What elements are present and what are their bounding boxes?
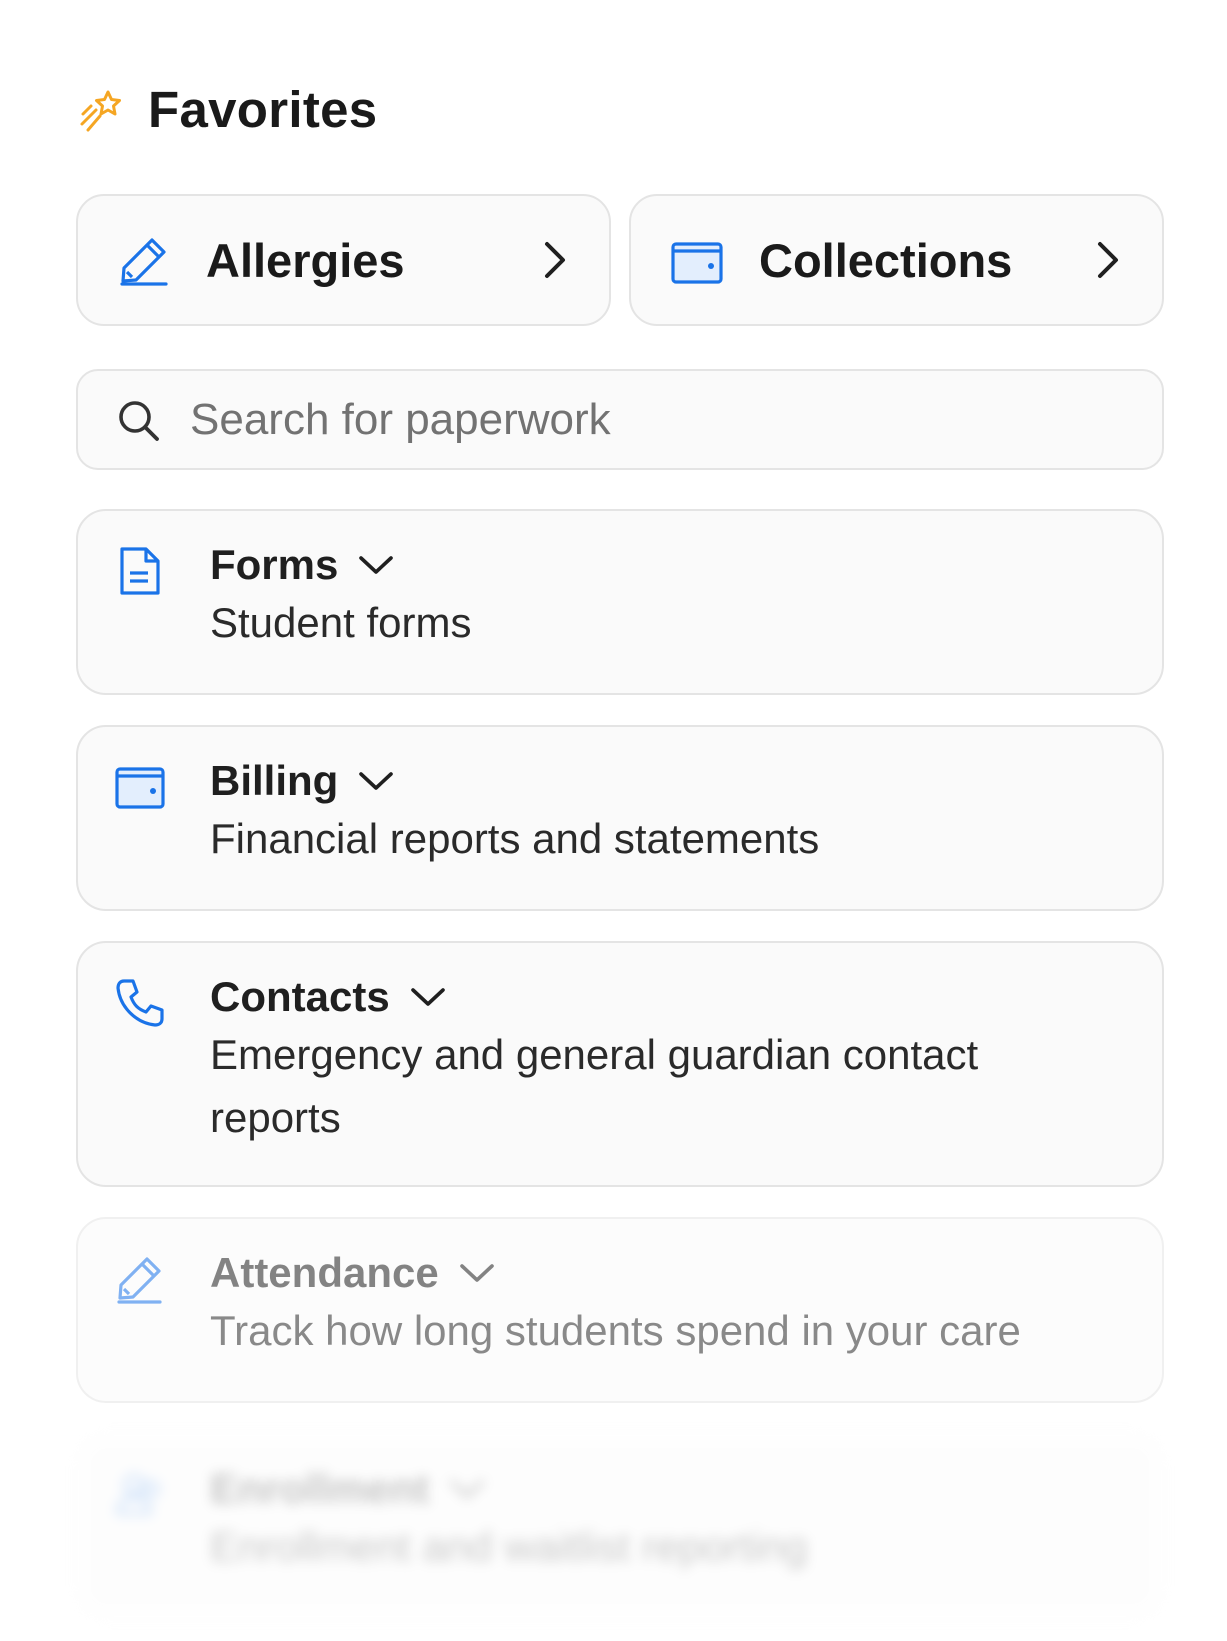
favorite-label: Collections	[759, 233, 1013, 287]
phone-icon	[116, 979, 164, 1027]
shooting-star-icon	[80, 90, 121, 131]
document-icon	[120, 547, 160, 595]
favorite-label: Allergies	[206, 233, 405, 287]
category-description: Enrollment and waitlist reporting	[210, 1523, 808, 1570]
category-body: Attendance Track how long students spend…	[210, 1249, 1021, 1362]
search-bar[interactable]	[76, 369, 1164, 470]
search-input[interactable]	[188, 393, 1124, 446]
search-icon	[119, 400, 159, 441]
pencil-icon	[120, 238, 168, 286]
category-body: Billing Financial reports and statements	[210, 757, 819, 870]
category-title-row: Enrollment	[210, 1465, 808, 1513]
chevron-right-icon	[1098, 242, 1118, 278]
chevron-down-icon	[359, 556, 394, 574]
favorites-title: Favorites	[148, 81, 378, 138]
users-icon	[116, 1474, 160, 1515]
category-description: Emergency and general guardian contact r…	[210, 1031, 979, 1141]
category-title-row: Forms	[210, 541, 471, 589]
chevron-down-icon	[410, 988, 445, 1006]
category-card-forms[interactable]: Forms Student forms	[76, 509, 1164, 695]
category-title: Forms	[210, 541, 339, 588]
category-title-row: Billing	[210, 757, 819, 805]
category-description: Financial reports and statements	[210, 815, 820, 862]
favorite-card-collections[interactable]: Collections	[629, 194, 1164, 326]
category-title-row: Attendance	[210, 1249, 1021, 1297]
category-description: Track how long students spend in your ca…	[210, 1307, 1021, 1354]
favorite-card-allergies[interactable]: Allergies	[76, 194, 611, 326]
category-title: Enrollment	[210, 1465, 430, 1512]
category-body: Forms Student forms	[210, 541, 471, 654]
favorites-header: Favorites	[78, 80, 377, 139]
chevron-down-icon	[359, 772, 394, 790]
category-body: Contacts Emergency and general guardian …	[210, 973, 1090, 1149]
category-title: Contacts	[210, 973, 390, 1020]
paperwork-page: Favorites Allergies Collections Search f…	[0, 0, 1227, 1641]
wallet-icon	[671, 242, 723, 284]
favorites-grid: Allergies Collections	[76, 194, 1164, 326]
wallet-icon	[115, 767, 165, 809]
category-description: Student forms	[210, 599, 472, 646]
category-title: Attendance	[210, 1249, 439, 1296]
category-card-enrollment[interactable]: Enrollment Enrollment and waitlist repor…	[76, 1433, 1164, 1619]
chevron-down-icon	[450, 1480, 485, 1498]
pencil-icon	[117, 1257, 162, 1304]
category-title: Billing	[210, 757, 339, 804]
chevron-right-icon	[545, 242, 565, 278]
category-title-row: Contacts	[210, 973, 1090, 1021]
chevron-down-icon	[459, 1264, 494, 1282]
category-card-attendance[interactable]: Attendance Track how long students spend…	[76, 1217, 1164, 1403]
category-card-billing[interactable]: Billing Financial reports and statements	[76, 725, 1164, 911]
category-body: Enrollment Enrollment and waitlist repor…	[210, 1465, 808, 1578]
category-card-contacts[interactable]: Contacts Emergency and general guardian …	[76, 941, 1164, 1187]
